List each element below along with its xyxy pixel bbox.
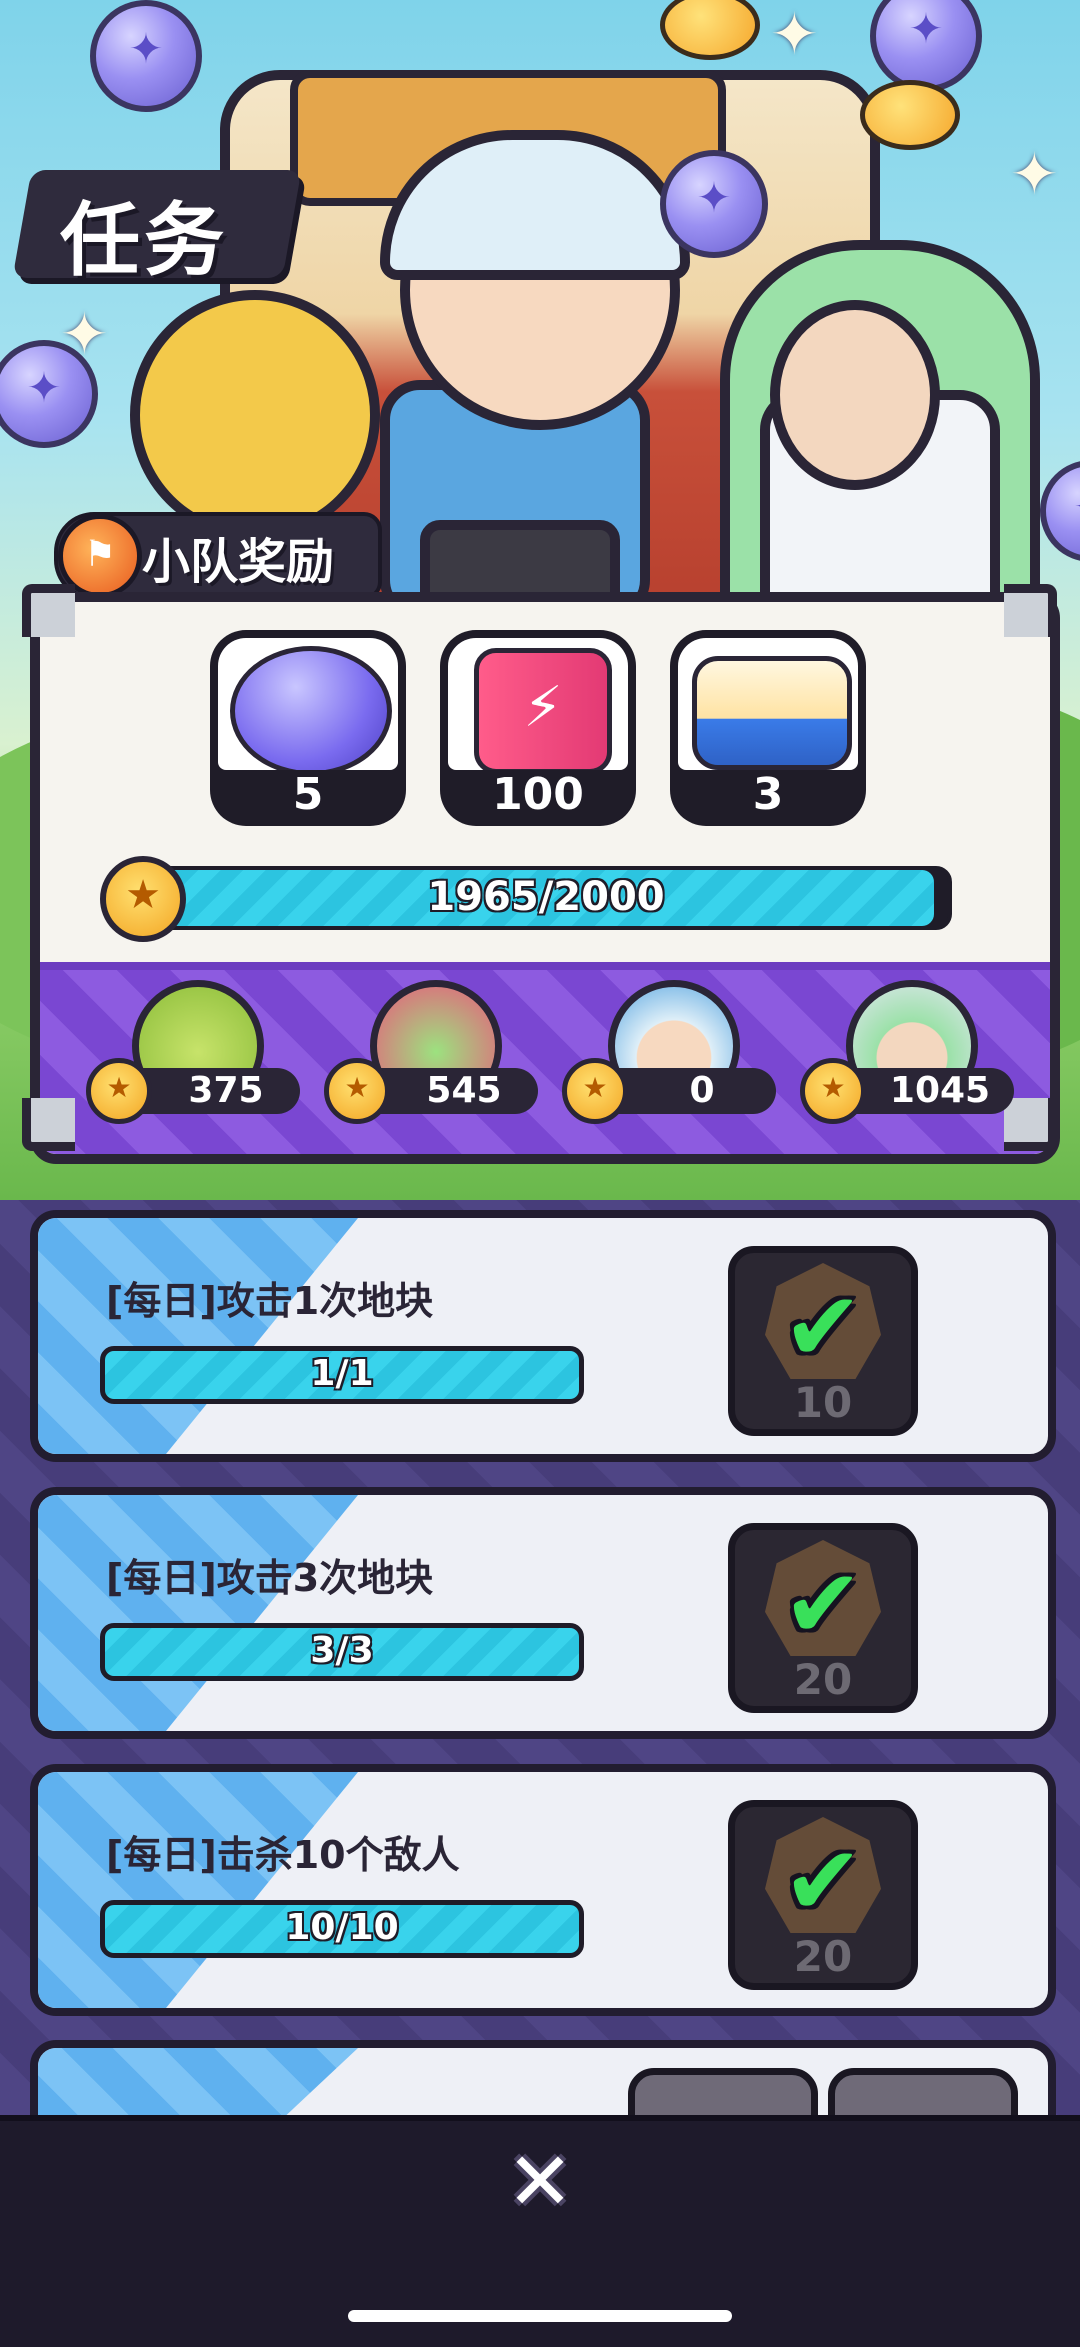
lunchbox-icon [692, 656, 852, 770]
candy-icon [660, 0, 760, 60]
reward-capsule[interactable]: 5 [210, 630, 406, 826]
star-icon: ★ [324, 1058, 390, 1124]
member-score: 545 [426, 1070, 502, 1111]
task-card[interactable]: [每日]攻击1次地块 1/1 ✔ 10 [30, 1210, 1056, 1462]
sparkle-icon: ✦ [770, 0, 819, 68]
task-reward-points: 20 [793, 1932, 853, 1981]
member-score: 0 [689, 1070, 715, 1111]
reward-quantity: 100 [492, 769, 584, 820]
sparkle-icon: ✦ [60, 300, 109, 368]
checkmark-icon: ✔ [782, 1271, 864, 1383]
close-button[interactable]: ✕ [498, 2140, 582, 2224]
squad-progress-bar: 1965/2000 [140, 866, 952, 930]
task-progress-bar: 3/3 [100, 1623, 584, 1681]
member-scientist[interactable]: ★ 1045 [800, 980, 1020, 1124]
capsule-icon [230, 646, 392, 770]
task-reward-claimed[interactable]: ✔ 20 [728, 1523, 918, 1713]
star-icon: ★ [800, 1058, 866, 1124]
task-title: [每日]攻击3次地块 [106, 1556, 434, 1600]
member-green-cat[interactable]: ★ 545 [324, 980, 544, 1124]
task-reward-claimed[interactable]: ✔ 20 [728, 1800, 918, 1990]
reward-lunchbox[interactable]: 3 [670, 630, 866, 826]
checkmark-icon: ✔ [782, 1548, 864, 1660]
candy-icon [860, 80, 960, 150]
star-icon: ★ [562, 1058, 628, 1124]
reward-quantity: 5 [292, 769, 324, 820]
star-icon: ★ [86, 1058, 152, 1124]
task-reward-claimed[interactable]: ✔ 10 [728, 1246, 918, 1436]
star-badge-icon: ★ [100, 856, 186, 942]
panel-corner [22, 584, 75, 637]
task-title: [每日]击杀10个敌人 [106, 1833, 460, 1877]
star-orb-icon [660, 150, 768, 258]
reward-quantity: 3 [752, 769, 784, 820]
panel-corner [22, 1098, 75, 1151]
task-progress-text: 3/3 [310, 1630, 374, 1671]
home-indicator[interactable] [348, 2310, 732, 2322]
star-orb-icon [870, 0, 982, 92]
task-card[interactable]: [每日]击杀10个敌人 10/10 ✔ 20 [30, 1764, 1056, 2016]
member-pear[interactable]: ★ 375 [86, 980, 306, 1124]
scientist-face [770, 300, 940, 490]
panel-corner [1004, 584, 1057, 637]
task-title: [每日]攻击1次地块 [106, 1279, 434, 1323]
reward-energy-can[interactable]: ⚡ 100 [440, 630, 636, 826]
task-reward-points: 10 [793, 1378, 853, 1427]
member-boy[interactable]: ★ 0 [562, 980, 782, 1124]
squad-reward-label: 小队奖励 [142, 534, 335, 590]
member-score: 375 [188, 1070, 264, 1111]
member-score: 1045 [889, 1070, 991, 1111]
task-reward-points: 20 [793, 1655, 853, 1704]
page-title: 任务 [60, 194, 228, 287]
task-progress-bar: 1/1 [100, 1346, 584, 1404]
task-progress-text: 1/1 [310, 1353, 374, 1394]
checkmark-icon: ✔ [782, 1825, 864, 1937]
squad-progress-text: 1965/2000 [427, 874, 665, 920]
star-orb-icon [1040, 460, 1080, 562]
yellow-bird-character [130, 290, 380, 540]
task-progress-text: 10/10 [285, 1907, 399, 1948]
sparkle-icon: ✦ [1010, 140, 1059, 208]
star-orb-icon [90, 0, 202, 112]
energy-can-icon: ⚡ [474, 648, 612, 770]
task-card[interactable]: [每日]攻击3次地块 3/3 ✔ 20 [30, 1487, 1056, 1739]
task-progress-bar: 10/10 [100, 1900, 584, 1958]
